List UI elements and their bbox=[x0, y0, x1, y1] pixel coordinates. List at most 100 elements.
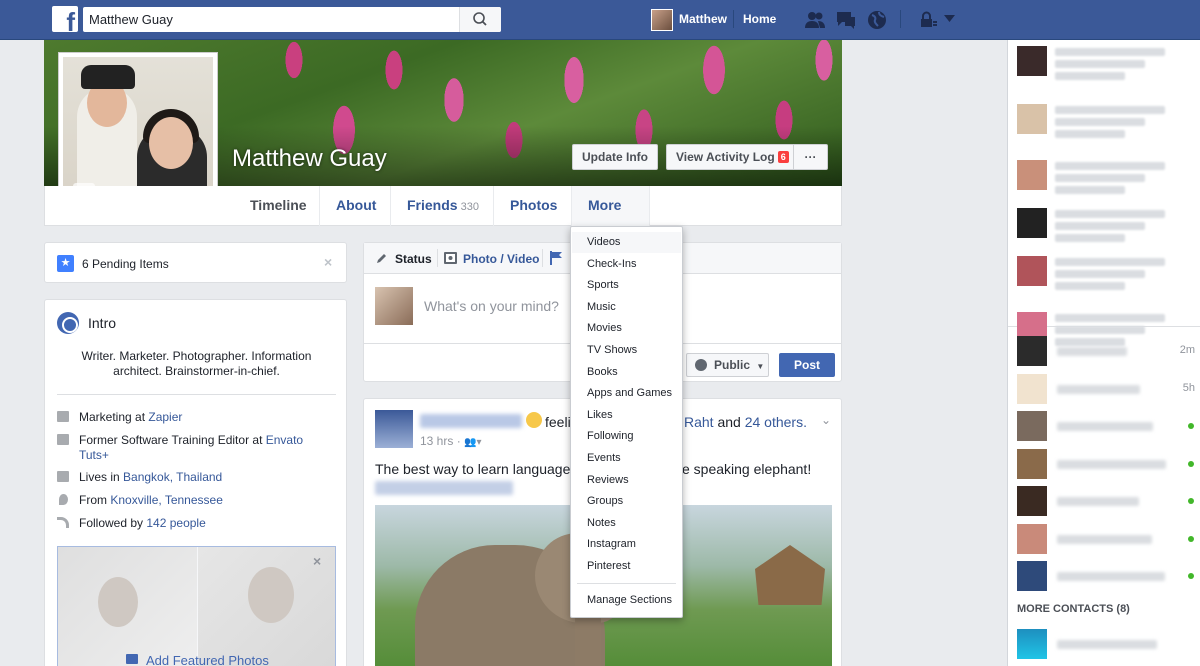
privacy-selector[interactable]: Public ▼ bbox=[686, 353, 769, 377]
chat-contact[interactable] bbox=[1017, 486, 1197, 516]
more-menu-item-check-ins[interactable]: Check-Ins bbox=[572, 254, 681, 275]
post-author-avatar[interactable] bbox=[375, 410, 413, 448]
tagged-others-link[interactable]: 24 others. bbox=[745, 414, 807, 430]
tab-status[interactable]: Status bbox=[395, 252, 432, 266]
more-menu-item-pinterest[interactable]: Pinterest bbox=[572, 556, 681, 577]
chat-contact[interactable] bbox=[1017, 411, 1197, 441]
profile-name[interactable]: Matthew Guay bbox=[232, 145, 387, 173]
ticker-story[interactable] bbox=[1017, 256, 1197, 296]
chat-contact[interactable] bbox=[1017, 449, 1197, 479]
more-options-button[interactable]: ··· bbox=[793, 144, 828, 170]
chat-contact[interactable]: 5h bbox=[1017, 374, 1197, 404]
location-pin-icon bbox=[59, 494, 68, 505]
activity-log-badge: 6 bbox=[777, 151, 789, 163]
profile-tabs: Timeline About Friends330 Photos More ▼ bbox=[44, 186, 842, 250]
more-menu-item-reviews[interactable]: Reviews bbox=[572, 470, 681, 491]
search-input[interactable] bbox=[83, 7, 458, 32]
friend-requests-icon[interactable] bbox=[804, 9, 826, 31]
more-menu-item-tv-shows[interactable]: TV Shows bbox=[572, 340, 681, 361]
tagged-person-link[interactable]: Raht bbox=[684, 414, 714, 430]
ticker-story[interactable] bbox=[1017, 208, 1197, 248]
avatar bbox=[1017, 561, 1047, 591]
briefcase-icon bbox=[57, 434, 69, 445]
featured-face bbox=[98, 577, 138, 627]
post-hashtag[interactable] bbox=[375, 481, 513, 495]
post-timestamp[interactable]: 13 hrs bbox=[420, 434, 453, 448]
featured-photos-box[interactable]: × Add Featured Photos bbox=[57, 546, 336, 666]
audience-friends-icon[interactable]: 👥▾ bbox=[464, 437, 481, 448]
chat-contact[interactable] bbox=[1017, 561, 1197, 591]
messages-icon[interactable] bbox=[835, 9, 857, 31]
chat-contact[interactable]: 2m bbox=[1017, 336, 1197, 366]
more-menu-item-following[interactable]: Following bbox=[572, 426, 681, 447]
tab-photo-video[interactable]: Photo / Video bbox=[463, 252, 539, 266]
more-menu-item-movies[interactable]: Movies bbox=[572, 318, 681, 339]
online-status-dot bbox=[1188, 461, 1194, 467]
contact-name bbox=[1057, 385, 1140, 394]
last-active-time: 2m bbox=[1179, 344, 1195, 356]
last-active-time: 5h bbox=[1182, 382, 1195, 394]
pending-items-card[interactable]: ★ 6 Pending Items × bbox=[44, 242, 347, 283]
chat-contact[interactable] bbox=[1017, 629, 1197, 659]
more-menu-item-books[interactable]: Books bbox=[572, 362, 681, 383]
more-menu-item-videos[interactable]: Videos bbox=[572, 232, 681, 253]
view-activity-log-button[interactable]: View Activity Log 6 bbox=[666, 144, 799, 170]
ticker-story[interactable] bbox=[1017, 104, 1197, 144]
nav-home-link[interactable]: Home bbox=[743, 12, 776, 26]
ticker-text-line bbox=[1055, 314, 1165, 322]
intro-divider bbox=[57, 394, 336, 395]
ticker-thumbnail bbox=[1017, 160, 1047, 190]
ticker-text-line bbox=[1055, 282, 1125, 290]
followers-link[interactable]: 142 people bbox=[146, 516, 205, 530]
privacy-label: Public bbox=[714, 358, 751, 372]
tab-friends-label: Friends bbox=[407, 197, 458, 213]
chat-contact[interactable] bbox=[1017, 524, 1197, 554]
more-menu-item-groups[interactable]: Groups bbox=[572, 491, 681, 512]
knoxville-link[interactable]: Knoxville, Tennessee bbox=[110, 493, 223, 507]
intro-bio: Writer. Marketer. Photographer. Informat… bbox=[81, 349, 312, 378]
tab-about[interactable]: About bbox=[320, 186, 392, 226]
facebook-logo[interactable]: f bbox=[52, 6, 78, 35]
ticker-story[interactable] bbox=[1017, 160, 1197, 200]
zapier-link[interactable]: Zapier bbox=[148, 410, 182, 424]
tagged-and: and bbox=[717, 414, 741, 430]
more-menu-item-music[interactable]: Music bbox=[572, 297, 681, 318]
more-menu-item-notes[interactable]: Notes bbox=[572, 513, 681, 534]
notifications-globe-icon[interactable] bbox=[866, 9, 888, 31]
chevron-down-icon: ▼ bbox=[756, 362, 765, 371]
add-featured-photos-link[interactable]: Add Featured Photos bbox=[146, 653, 269, 666]
more-menu-item-sports[interactable]: Sports bbox=[572, 275, 681, 296]
privacy-lock-icon[interactable] bbox=[918, 11, 938, 29]
search-button[interactable] bbox=[459, 7, 501, 32]
update-info-button[interactable]: Update Info bbox=[572, 144, 658, 170]
tab-more[interactable]: More ▼ bbox=[572, 186, 649, 250]
bangkok-link[interactable]: Bangkok, Thailand bbox=[123, 470, 222, 484]
post-author-name[interactable] bbox=[420, 414, 522, 428]
flag-icon[interactable] bbox=[550, 251, 563, 265]
post-button[interactable]: Post bbox=[779, 353, 835, 377]
ticker-text-line bbox=[1055, 270, 1145, 278]
avatar bbox=[1017, 486, 1047, 516]
more-sections-menu: Videos Check-Ins Sports Music Movies TV Shows… bbox=[570, 226, 683, 618]
account-menu-caret-icon[interactable] bbox=[944, 15, 955, 23]
close-icon[interactable]: × bbox=[324, 254, 332, 270]
ticker-thumbnail bbox=[1017, 256, 1047, 286]
manage-sections-item[interactable]: Manage Sections bbox=[572, 590, 681, 611]
tab-friends[interactable]: Friends 330 bbox=[391, 186, 495, 226]
close-icon[interactable]: × bbox=[313, 553, 321, 569]
nav-profile-link[interactable]: Matthew bbox=[679, 12, 727, 26]
more-menu-item-apps-and-games[interactable]: Apps and Games bbox=[572, 383, 681, 404]
intro-card: Intro Writer. Marketer. Photographer. In… bbox=[44, 299, 347, 666]
ticker-story[interactable] bbox=[1017, 46, 1197, 86]
ticker-thumbnail bbox=[1017, 104, 1047, 134]
more-menu-item-instagram[interactable]: Instagram bbox=[572, 534, 681, 555]
more-menu-item-likes[interactable]: Likes bbox=[572, 405, 681, 426]
nav-profile-avatar[interactable] bbox=[651, 9, 673, 31]
composer-input[interactable]: What's on your mind? bbox=[424, 298, 559, 314]
photo-face-right bbox=[149, 117, 193, 169]
post-options-chevron-icon[interactable]: ⌄ bbox=[821, 413, 831, 427]
tab-timeline[interactable]: Timeline bbox=[234, 186, 323, 226]
globe-icon bbox=[695, 359, 707, 371]
more-menu-item-events[interactable]: Events bbox=[572, 448, 681, 469]
tab-photos[interactable]: Photos bbox=[494, 186, 573, 226]
